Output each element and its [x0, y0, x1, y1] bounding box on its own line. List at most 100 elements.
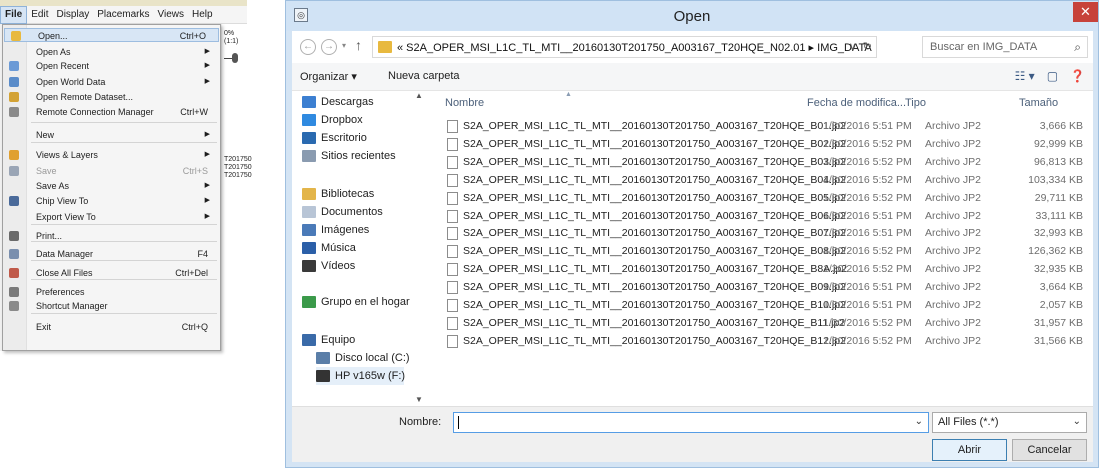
menu-views[interactable]: Views [154, 6, 189, 24]
search-placeholder: Buscar en IMG_DATA [930, 41, 1038, 53]
menu-placemarks[interactable]: Placemarks [93, 6, 153, 24]
file-row[interactable]: S2A_OPER_MSI_L1C_TL_MTI__20160130T201750… [447, 208, 1087, 225]
file-type: Archivo JP2 [925, 299, 982, 311]
cancel-button[interactable]: Cancelar [1012, 439, 1087, 461]
column-header-date[interactable]: Fecha de modifica... [807, 91, 906, 115]
menu-item-open-recent[interactable]: Open Recent ▶ [3, 59, 220, 73]
preview-pane-icon[interactable]: ▢ [1047, 69, 1058, 83]
file-size: 103,334 KB [1028, 173, 1083, 186]
menu-edit[interactable]: Edit [27, 6, 52, 24]
nav-scrollbar[interactable]: ▲ ▼ [412, 91, 427, 406]
menu-item-preferences[interactable]: Preferences [3, 285, 220, 299]
new-folder-button[interactable]: Nueva carpeta [388, 70, 460, 82]
nav-item-documentos[interactable]: Documentos [302, 203, 404, 221]
menu-display[interactable]: Display [52, 6, 93, 24]
change-view-icon[interactable]: ☷ ▾ [1015, 69, 1035, 83]
menu-help[interactable]: Help [188, 6, 217, 24]
column-header-name[interactable]: Nombre [445, 91, 484, 115]
menu-item-open-as[interactable]: Open As ▶ [3, 45, 220, 59]
menu-item-chip-view-to[interactable]: Chip View To ▶ [3, 194, 220, 208]
search-input[interactable]: Buscar en IMG_DATA ⌕ [922, 36, 1088, 58]
file-row[interactable]: S2A_OPER_MSI_L1C_TL_MTI__20160130T201750… [447, 279, 1087, 296]
jp2-file-icon [447, 137, 458, 151]
menu-item-label: Data Manager [36, 249, 94, 259]
nav-item-equipo[interactable]: Equipo [302, 331, 404, 349]
file-row[interactable]: S2A_OPER_MSI_L1C_TL_MTI__20160130T201750… [447, 118, 1087, 135]
column-header-type[interactable]: Tipo [905, 91, 926, 115]
scroll-down-icon[interactable]: ▼ [415, 395, 423, 404]
file-list: ▲ Nombre Fecha de modifica... Tipo Tamañ… [427, 91, 1093, 406]
menu-item-open-remote-dataset[interactable]: Open Remote Dataset... [3, 90, 220, 104]
menu-item-label: Close All Files [36, 268, 93, 278]
nav-item-disco-local-c[interactable]: Disco local (C:) [316, 349, 410, 367]
back-arrow-icon[interactable]: ← [300, 39, 316, 55]
world-data-icon [9, 77, 19, 87]
forward-arrow-icon[interactable]: → [321, 39, 337, 55]
nav-item-dropbox[interactable]: Dropbox [302, 111, 404, 129]
search-icon[interactable]: ⌕ [1074, 40, 1081, 55]
file-row[interactable]: S2A_OPER_MSI_L1C_TL_MTI__20160130T201750… [447, 190, 1087, 207]
nav-item-im-genes[interactable]: Imágenes [302, 221, 404, 239]
navigation-pane: ▲ ▼ Descargas Dropbox Escritorio Sitios rec… [292, 91, 427, 406]
menu-item-views-layers[interactable]: Views & Layers ▶ [3, 148, 220, 162]
menu-item-new[interactable]: New ▶ [3, 128, 220, 142]
menu-item-shortcut: Ctrl+Q [181, 322, 208, 332]
menu-item-close-all-files[interactable]: Close All Files Ctrl+Del [3, 266, 220, 280]
nav-item-hp-v165w-f[interactable]: HP v165w (F:) [316, 367, 405, 385]
menu-bar: File Edit Display Placemarks Views Help [0, 5, 247, 24]
column-header-size[interactable]: Tamaño [1019, 91, 1058, 115]
file-type: Archivo JP2 [925, 334, 982, 347]
menu-item-exit[interactable]: Exit Ctrl+Q [3, 320, 220, 334]
open-button[interactable]: Abrir [932, 439, 1007, 461]
file-type-filter[interactable]: All Files (*.*) ⌄ [932, 412, 1087, 433]
nav-item-escritorio[interactable]: Escritorio [302, 129, 404, 147]
menu-item-save-as[interactable]: Save As ▶ [3, 179, 220, 193]
file-row[interactable]: S2A_OPER_MSI_L1C_TL_MTI__20160130T201750… [447, 261, 1087, 278]
nav-item-label: Vídeos [321, 260, 356, 272]
file-row[interactable]: S2A_OPER_MSI_L1C_TL_MTI__20160130T201750… [447, 333, 1087, 350]
file-name-input[interactable]: ⌄ [453, 412, 929, 433]
nav-item-descargas[interactable]: Descargas [302, 93, 404, 111]
menu-item-shortcut: Ctrl+O [179, 31, 206, 41]
file-row[interactable]: S2A_OPER_MSI_L1C_TL_MTI__20160130T201750… [447, 172, 1087, 189]
nav-item-m-sica[interactable]: Música [302, 239, 404, 257]
filter-chevron-icon[interactable]: ⌄ [1073, 416, 1081, 427]
menu-file[interactable]: File [0, 5, 28, 24]
file-size: 92,999 KB [1033, 137, 1083, 150]
organize-button[interactable]: Organizar ▾ [300, 70, 357, 83]
menu-item-print[interactable]: Print... [3, 229, 220, 243]
menu-item-data-manager[interactable]: Data Manager F4 [3, 247, 220, 261]
file-name: S2A_OPER_MSI_L1C_TL_MTI__20160130T201750… [463, 209, 846, 222]
file-row[interactable]: S2A_OPER_MSI_L1C_TL_MTI__20160130T201750… [447, 297, 1087, 314]
nav-item-sitios-recientes[interactable]: Sitios recientes [302, 147, 404, 165]
zoom-slider-knob[interactable] [232, 53, 238, 63]
file-name-chevron-icon[interactable]: ⌄ [915, 416, 923, 427]
menu-item-shortcut: Ctrl+S [182, 166, 208, 176]
up-arrow-icon[interactable]: ↑ [355, 37, 362, 53]
file-size: 126,362 KB [1028, 245, 1083, 258]
close-button[interactable]: ✕ [1073, 2, 1098, 22]
menu-item-shortcut-manager[interactable]: Shortcut Manager [3, 299, 220, 313]
menu-item-open-world-data[interactable]: Open World Data ▶ [3, 75, 220, 89]
scroll-up-icon[interactable]: ▲ [415, 91, 423, 100]
address-bar[interactable]: « S2A_OPER_MSI_L1C_TL_MTI__20160130T2017… [372, 36, 877, 58]
recent-locations-chevron-icon[interactable]: ▾ [342, 41, 346, 50]
menu-item-export-view-to[interactable]: Export View To ▶ [3, 210, 220, 224]
nav-item-v-deos[interactable]: Vídeos [302, 257, 404, 275]
file-row[interactable]: S2A_OPER_MSI_L1C_TL_MTI__20160130T201750… [447, 136, 1087, 153]
address-path[interactable]: « S2A_OPER_MSI_L1C_TL_MTI__20160130T2017… [397, 41, 872, 54]
menu-item-save[interactable]: Save Ctrl+S [3, 164, 220, 178]
jp2-file-icon [447, 173, 458, 187]
menu-item-open[interactable]: Open... Ctrl+O [4, 28, 219, 42]
menu-item-remote-connection-manager[interactable]: Remote Connection Manager Ctrl+W [3, 105, 220, 119]
address-refresh-icon[interactable]: ∨ ↻ [849, 40, 872, 53]
nav-item-grupo-en-el-hogar[interactable]: Grupo en el hogar [302, 293, 410, 311]
file-row[interactable]: S2A_OPER_MSI_L1C_TL_MTI__20160130T201750… [447, 315, 1087, 332]
file-row[interactable]: S2A_OPER_MSI_L1C_TL_MTI__20160130T201750… [447, 154, 1087, 171]
file-row[interactable]: S2A_OPER_MSI_L1C_TL_MTI__20160130T201750… [447, 243, 1087, 260]
usb-drive-icon [316, 370, 330, 382]
file-row[interactable]: S2A_OPER_MSI_L1C_TL_MTI__20160130T201750… [447, 225, 1087, 242]
nav-item-bibliotecas[interactable]: Bibliotecas [302, 185, 404, 203]
help-icon[interactable]: ❓ [1070, 69, 1085, 83]
nav-item-label: Bibliotecas [321, 188, 375, 200]
